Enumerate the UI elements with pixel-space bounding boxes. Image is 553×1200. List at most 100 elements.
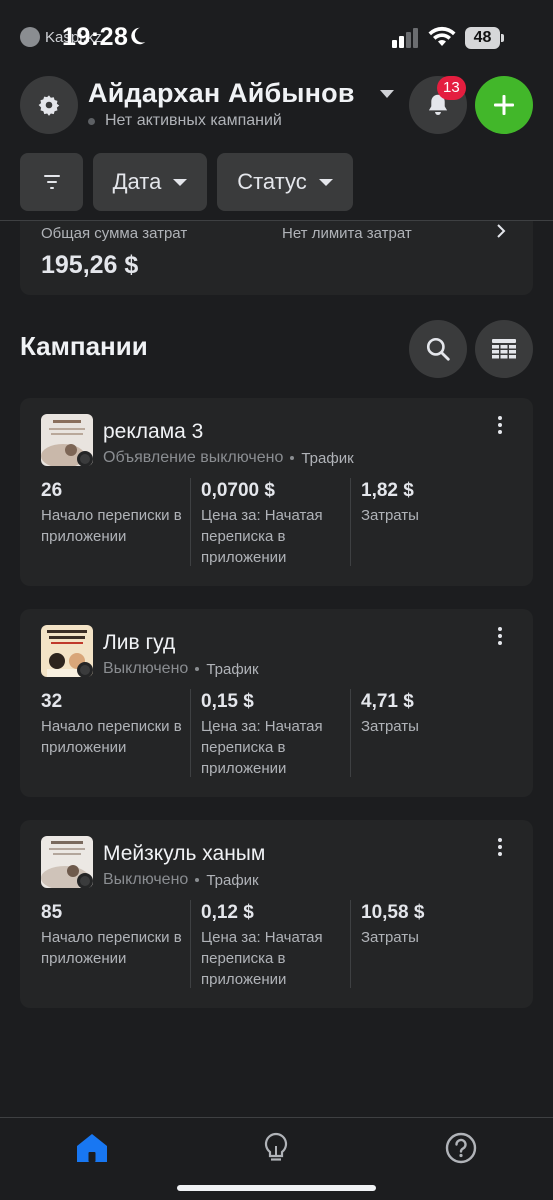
- account-subtitle-text: Нет активных кампаний: [105, 112, 282, 129]
- campaign-card[interactable]: Лив гуд Выключено Трафик 32 Начало переп…: [20, 609, 533, 797]
- status-bar: Kaspi.kz 19:28 48: [0, 0, 553, 70]
- account-header: Айдархан Айбынов Нет активных кампаний 1…: [0, 74, 553, 138]
- battery-cap: [501, 34, 504, 42]
- account-name[interactable]: Айдархан Айбынов: [88, 78, 355, 109]
- help-icon: [445, 1132, 477, 1164]
- lightbulb-icon: [264, 1132, 288, 1161]
- spend-value: 10,58 $: [361, 902, 425, 923]
- cost-per-result-metric: 0,12 $ Цена за: Начатая переписка в прил…: [201, 902, 351, 990]
- more-options-icon[interactable]: [489, 414, 511, 436]
- spend-metric: 10,58 $ Затраты: [361, 902, 511, 948]
- home-icon: [77, 1134, 107, 1162]
- spend-label: Затраты: [361, 507, 419, 524]
- battery-icon: 48: [465, 27, 505, 49]
- campaigns-section-title: Кампании: [20, 331, 148, 361]
- cost-per-result-metric: 0,15 $ Цена за: Начатая переписка в прил…: [201, 691, 351, 779]
- spend-label: Затраты: [361, 718, 419, 735]
- filters-bar: Дата Статус: [20, 153, 353, 211]
- campaign-objective: Трафик: [206, 660, 259, 678]
- create-campaign-button[interactable]: [475, 76, 533, 134]
- filter-button[interactable]: [20, 153, 83, 211]
- cost-per-result-value: 0,15 $: [201, 691, 254, 712]
- campaign-name: реклама 3: [103, 420, 204, 443]
- home-indicator: [177, 1185, 376, 1191]
- cost-per-result-value: 0,0700 $: [201, 480, 275, 501]
- results-metric: 85 Начало переписки в приложении: [41, 902, 191, 969]
- metric-divider: [190, 900, 191, 988]
- wifi-icon: [428, 26, 456, 46]
- metric-divider: [350, 478, 351, 566]
- campaign-card[interactable]: Мейзкуль ханым Выключено Трафик 85 Начал…: [20, 820, 533, 1008]
- gear-icon: [38, 95, 60, 116]
- results-value: 32: [41, 691, 63, 712]
- status-filter-dropdown[interactable]: Статус: [217, 153, 353, 211]
- nav-home[interactable]: [74, 1130, 110, 1166]
- table-view-button[interactable]: [475, 320, 533, 378]
- spend-metric: 4,71 $ Затраты: [361, 691, 511, 737]
- separator-dot: [195, 667, 200, 671]
- results-label: Начало переписки в приложении: [41, 507, 182, 545]
- campaign-status: Выключено Трафик: [103, 871, 259, 889]
- campaign-status-text: Выключено: [103, 871, 189, 888]
- campaign-objective: Трафик: [206, 871, 259, 889]
- metric-divider: [190, 689, 191, 777]
- metric-divider: [350, 689, 351, 777]
- cost-per-result-metric: 0,0700 $ Цена за: Начатая переписка в пр…: [201, 480, 351, 568]
- chevron-down-icon: [173, 178, 188, 186]
- more-options-icon[interactable]: [489, 625, 511, 647]
- campaign-card[interactable]: реклама 3 Объявление выключено Трафик 26…: [20, 398, 533, 586]
- spend-limit-label: Нет лимита затрат: [282, 225, 412, 242]
- campaign-status-text: Объявление выключено: [103, 449, 284, 466]
- separator-dot: [290, 456, 295, 460]
- results-metric: 32 Начало переписки в приложении: [41, 691, 191, 758]
- spend-metric: 1,82 $ Затраты: [361, 480, 511, 526]
- nav-help[interactable]: [443, 1130, 479, 1166]
- total-spend-label: Общая сумма затрат: [41, 225, 188, 242]
- campaign-status-text: Выключено: [103, 660, 189, 677]
- account-switcher-caret-icon[interactable]: [380, 90, 394, 98]
- campaign-status-indicator: [77, 873, 93, 889]
- filter-icon: [43, 175, 60, 189]
- battery-level: 48: [465, 27, 500, 49]
- search-icon: [426, 337, 450, 361]
- cost-per-result-label: Цена за: Начатая переписка в приложении: [201, 929, 323, 988]
- metric-divider: [350, 900, 351, 988]
- chevron-right-icon[interactable]: [495, 223, 507, 244]
- plus-icon: [494, 95, 514, 115]
- date-filter-label: Дата: [112, 169, 162, 194]
- cellular-signal-icon: [392, 28, 418, 48]
- results-label: Начало переписки в приложении: [41, 929, 182, 967]
- notifications-badge: 13: [437, 76, 466, 100]
- results-value: 85: [41, 902, 63, 923]
- more-options-icon[interactable]: [489, 836, 511, 858]
- spend-value: 1,82 $: [361, 480, 414, 501]
- nav-insights[interactable]: [258, 1130, 294, 1166]
- search-button[interactable]: [409, 320, 467, 378]
- metric-divider: [190, 478, 191, 566]
- bottom-navigation: [0, 1117, 553, 1200]
- spend-value: 4,71 $: [361, 691, 414, 712]
- campaign-name: Мейзкуль ханым: [103, 842, 266, 865]
- settings-button[interactable]: [20, 76, 78, 134]
- separator-dot: [195, 878, 200, 882]
- moon-icon: [131, 27, 146, 45]
- date-filter-dropdown[interactable]: Дата: [93, 153, 207, 211]
- campaign-objective: Трафик: [301, 449, 354, 467]
- status-filter-label: Статус: [237, 169, 307, 194]
- results-label: Начало переписки в приложении: [41, 718, 182, 756]
- status-time: 19:28: [62, 23, 129, 51]
- campaign-name: Лив гуд: [103, 631, 176, 654]
- campaign-status: Объявление выключено Трафик: [103, 449, 354, 467]
- app-icon: [20, 27, 40, 47]
- account-subtitle: Нет активных кампаний: [88, 112, 282, 130]
- status-dot-icon: [88, 117, 95, 125]
- cost-per-result-label: Цена за: Начатая переписка в приложении: [201, 507, 323, 566]
- spend-label: Затраты: [361, 929, 419, 946]
- cost-per-result-value: 0,12 $: [201, 902, 254, 923]
- cost-per-result-label: Цена за: Начатая переписка в приложении: [201, 718, 323, 777]
- spend-summary-card[interactable]: Общая сумма затрат 195,26 $ Нет лимита з…: [20, 221, 533, 295]
- chevron-down-icon: [318, 178, 333, 186]
- total-spend-value: 195,26 $: [41, 251, 139, 279]
- table-icon: [492, 339, 516, 359]
- results-value: 26: [41, 480, 63, 501]
